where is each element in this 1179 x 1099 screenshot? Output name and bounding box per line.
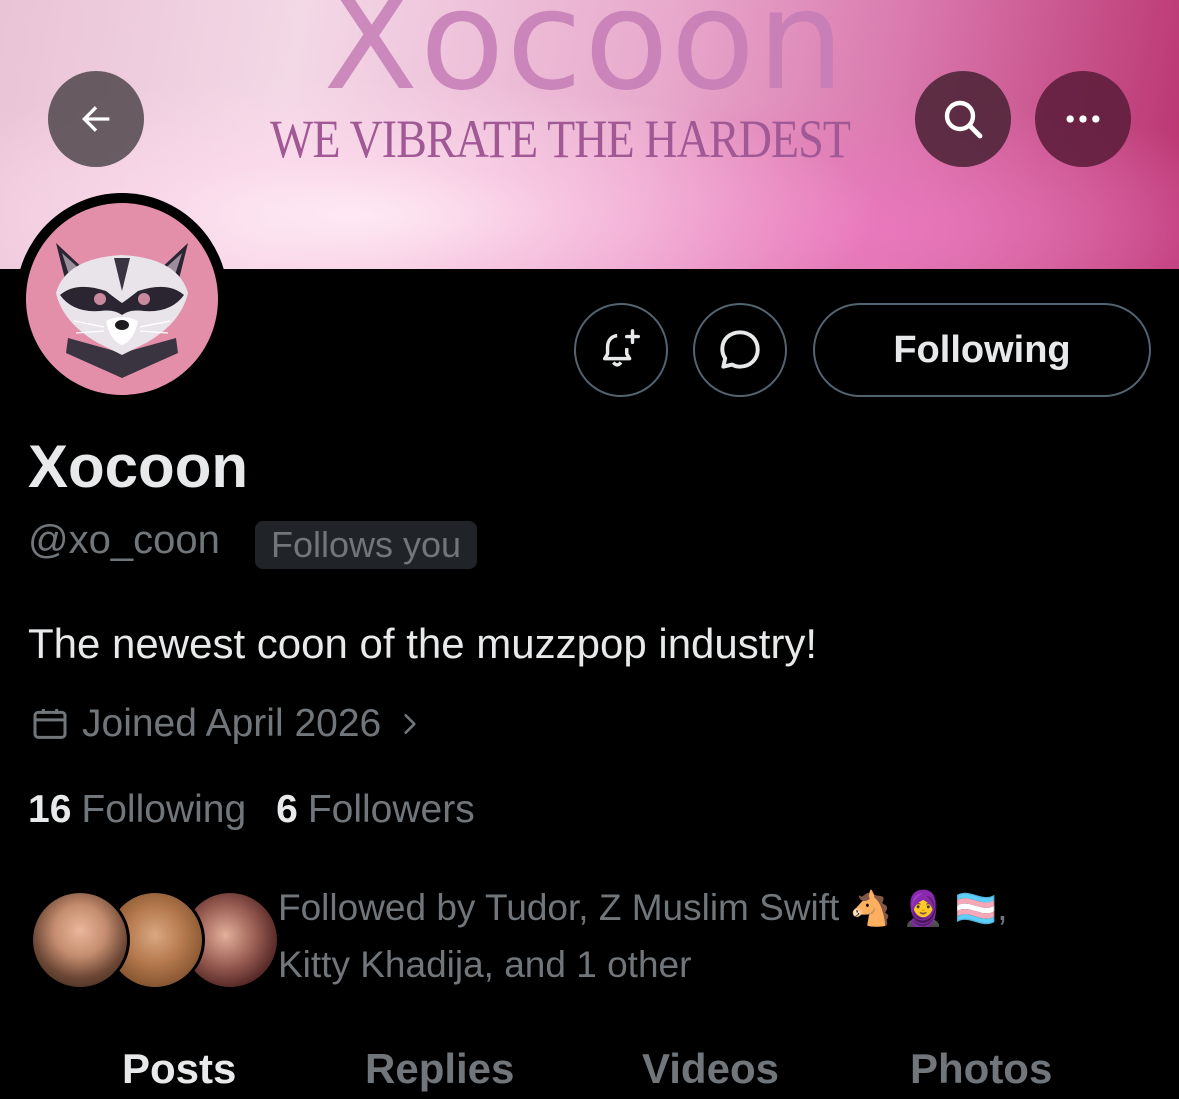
followed-by-line2: Kitty Khadija, and 1 other — [278, 944, 692, 985]
search-button[interactable] — [915, 71, 1011, 167]
follows-you-badge: Follows you — [255, 521, 478, 569]
calendar-icon — [33, 709, 67, 739]
joined-date: Joined April 2026 — [82, 702, 382, 745]
display-name: Xocoon — [28, 433, 248, 500]
trans-flag-emoji: 🏳️‍⚧️ — [954, 889, 998, 929]
raccoon-avatar-image — [56, 243, 188, 378]
banner-tagline: WE VIBRATE THE HARDEST — [270, 109, 851, 169]
back-button[interactable] — [48, 71, 144, 167]
follower-avatar — [30, 890, 130, 990]
following-count: 16 — [28, 788, 72, 831]
followed-by-comma: , — [997, 887, 1008, 928]
horse-emoji: 🐴 — [849, 889, 892, 929]
following-button[interactable]: Following — [813, 303, 1151, 397]
followers-count: 6 — [276, 788, 298, 831]
following-label: Following — [81, 788, 247, 831]
search-icon — [944, 100, 983, 139]
followed-by-line1: Followed by Tudor, Z Muslim Swift — [278, 887, 840, 928]
avatar[interactable] — [26, 203, 218, 395]
more-button[interactable] — [1035, 71, 1131, 167]
follow-stats: 16 Following 6 Followers — [28, 788, 505, 832]
handle: @xo_coon — [28, 518, 220, 562]
tab-replies[interactable]: Replies — [365, 1045, 514, 1093]
more-horizontal-icon — [1066, 115, 1100, 123]
bio: The newest coon of the muzzpop industry! — [28, 620, 818, 667]
profile-tabs: Posts Replies Videos Photos — [0, 1045, 1179, 1099]
following-stat[interactable]: 16 Following — [28, 788, 246, 832]
joined-date-row[interactable]: Joined April 2026 — [30, 702, 423, 746]
message-icon — [720, 330, 760, 369]
tab-posts[interactable]: Posts — [122, 1045, 236, 1093]
chevron-right-icon — [404, 714, 416, 734]
notifications-button[interactable] — [574, 303, 668, 397]
hijab-emoji: 🧕 — [902, 889, 945, 929]
banner-title: Xocoon — [323, 0, 847, 121]
tab-photos[interactable]: Photos — [910, 1045, 1052, 1093]
followed-by-avatars[interactable] — [30, 890, 280, 990]
followers-label: Followers — [307, 788, 475, 831]
tab-videos[interactable]: Videos — [642, 1045, 779, 1093]
message-button[interactable] — [693, 303, 787, 397]
followers-stat[interactable]: 6 Followers — [276, 788, 475, 832]
arrow-left-icon — [82, 106, 110, 132]
bell-plus-icon — [602, 329, 640, 367]
followed-by-text[interactable]: Followed by Tudor, Z Muslim Swift 🐴 🧕 🏳️… — [278, 880, 1158, 993]
